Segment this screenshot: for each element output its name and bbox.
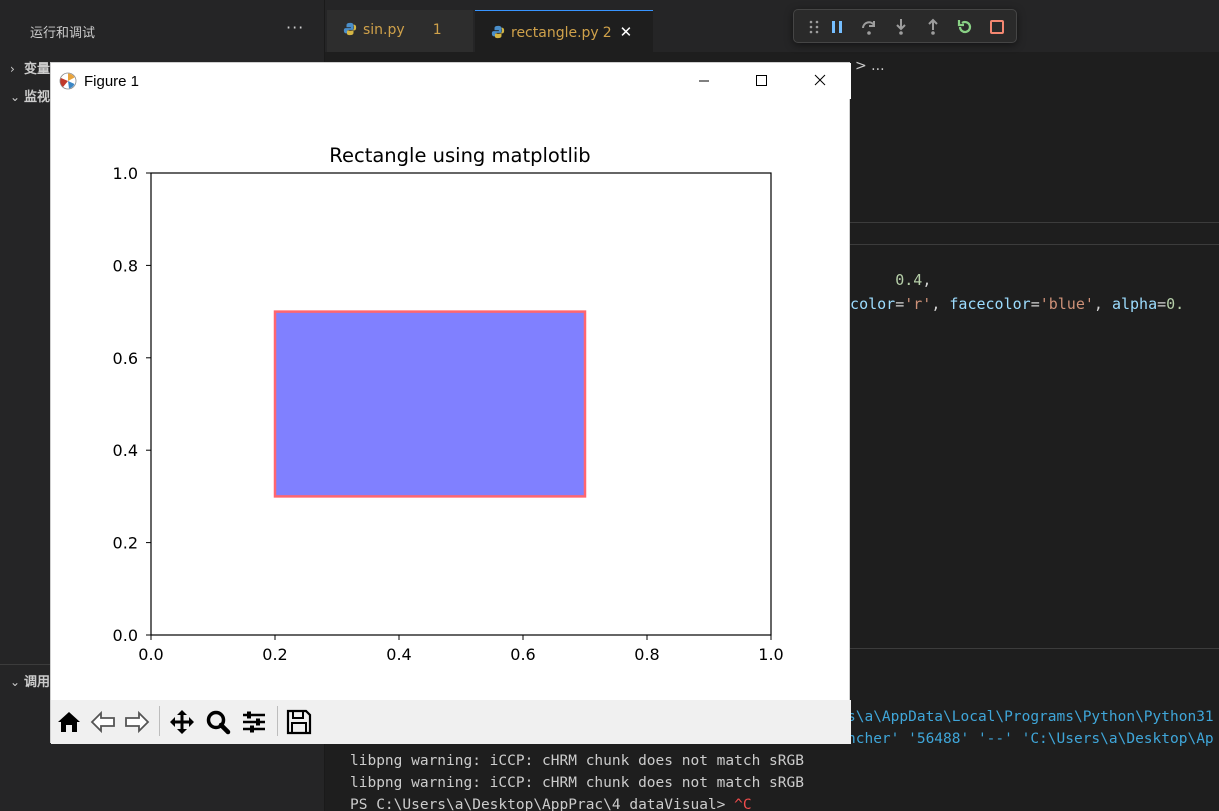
- x-axis: 0.0 0.2 0.4 0.6 0.8 1.0: [138, 635, 784, 664]
- y-tick-label: 0.6: [113, 349, 138, 368]
- section-watch[interactable]: ⌄ 监视: [10, 86, 50, 105]
- code-editor[interactable]: 0.4, gecolor='r', facecolor='blue', alpha…: [832, 268, 1184, 316]
- figure-window: Figure 1 Rectangle using matplotlib 0.0 0…: [50, 62, 851, 744]
- pause-icon[interactable]: [827, 17, 847, 37]
- section-callstack[interactable]: ⌄ 调用: [10, 671, 50, 690]
- tab-rectangle-py[interactable]: rectangle.py 2 ✕: [475, 10, 653, 52]
- toolbar-separator: [159, 706, 160, 736]
- y-tick-label: 0.0: [113, 626, 138, 645]
- section-variables[interactable]: › 变量: [10, 58, 50, 77]
- problem-count-badge: 2: [602, 25, 612, 41]
- debug-toolbar: [793, 9, 1017, 43]
- x-tick-label: 0.6: [510, 645, 535, 664]
- stop-icon[interactable]: [987, 17, 1007, 37]
- python-file-icon: [343, 22, 357, 36]
- step-out-icon[interactable]: [923, 17, 943, 37]
- pan-icon[interactable]: [168, 708, 196, 736]
- y-tick-label: 0.4: [113, 441, 138, 460]
- terminal-line: PS C:\Users\a\Desktop\AppPrac\4_dataVisu…: [350, 797, 752, 811]
- tab-label: sin.py: [363, 22, 405, 38]
- editor-divider: [850, 222, 1219, 223]
- x-tick-label: 0.8: [634, 645, 659, 664]
- figure-titlebar[interactable]: Figure 1: [51, 63, 851, 99]
- plot-canvas[interactable]: Rectangle using matplotlib 0.0 0.2 0.4 0.6 0…: [51, 99, 851, 699]
- back-icon[interactable]: [89, 708, 117, 736]
- step-over-icon[interactable]: [859, 17, 879, 37]
- section-variables-label: 变量: [24, 62, 51, 77]
- code-line: 0.4,: [895, 271, 932, 289]
- y-tick-label: 1.0: [113, 164, 138, 183]
- drag-handle-icon[interactable]: [804, 17, 824, 37]
- navigation-toolbar: [51, 700, 851, 744]
- chart-title: Rectangle using matplotlib: [329, 144, 590, 167]
- breadcrumb[interactable]: > ...: [855, 58, 885, 74]
- maximize-button[interactable]: [733, 63, 791, 99]
- minimize-button[interactable]: [675, 63, 733, 99]
- x-tick-label: 0.4: [386, 645, 411, 664]
- y-axis: 0.0 0.2 0.4 0.6 0.8 1.0: [113, 164, 151, 645]
- forward-icon[interactable]: [123, 708, 151, 736]
- section-callstack-label: 调用: [24, 675, 51, 690]
- close-icon[interactable]: ✕: [620, 23, 633, 41]
- matplotlib-logo-icon: [59, 72, 77, 90]
- tab-label: rectangle.py: [511, 25, 599, 41]
- panel-divider: [850, 648, 1219, 649]
- editor-tab-bar: sin.py 1 rectangle.py 2 ✕: [325, 0, 1219, 52]
- x-tick-label: 0.2: [262, 645, 287, 664]
- section-watch-label: 监视: [24, 90, 51, 105]
- chevron-down-icon: ⌄: [10, 675, 21, 689]
- toolbar-separator: [277, 706, 278, 736]
- more-actions-icon[interactable]: ···: [286, 18, 304, 37]
- x-tick-label: 1.0: [758, 645, 783, 664]
- editor-divider: [850, 244, 1219, 245]
- tab-sin-py[interactable]: sin.py 1: [327, 10, 473, 52]
- terminal-line: libpng warning: iCCP: cHRM chunk does no…: [350, 753, 804, 769]
- chevron-down-icon: ⌄: [10, 90, 21, 104]
- step-into-icon[interactable]: [891, 17, 911, 37]
- y-tick-label: 0.2: [113, 534, 138, 553]
- save-icon[interactable]: [285, 708, 313, 736]
- rectangle-patch: [273, 310, 587, 498]
- sidebar-title: 运行和调试: [30, 26, 96, 41]
- home-icon[interactable]: [55, 708, 83, 736]
- close-window-button[interactable]: [791, 63, 849, 99]
- restart-icon[interactable]: [955, 17, 975, 37]
- chevron-right-icon: ›: [10, 62, 15, 76]
- python-file-icon: [491, 25, 505, 39]
- problem-count-badge: 1: [432, 22, 442, 38]
- configure-subplots-icon[interactable]: [240, 708, 268, 736]
- figure-title: Figure 1: [84, 73, 140, 90]
- code-line: gecolor='r', facecolor='blue', alpha=0.: [832, 295, 1185, 313]
- zoom-icon[interactable]: [204, 708, 232, 736]
- terminal-line: libpng warning: iCCP: cHRM chunk does no…: [350, 775, 804, 791]
- x-tick-label: 0.0: [138, 645, 163, 664]
- y-tick-label: 0.8: [113, 256, 138, 275]
